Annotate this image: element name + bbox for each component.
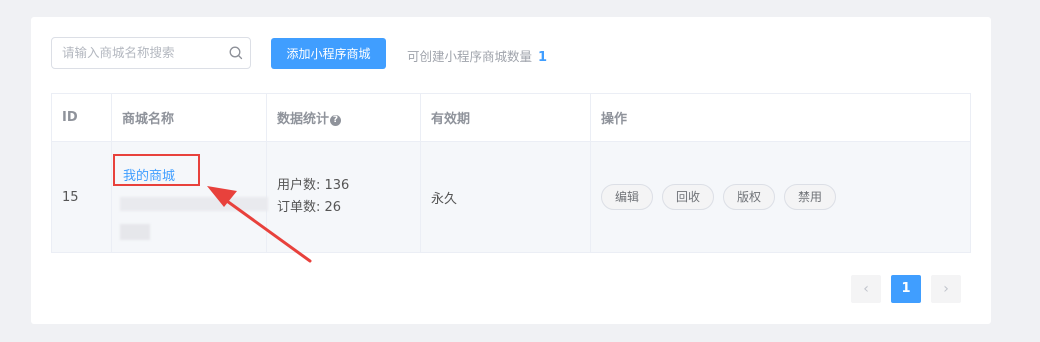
- search-input[interactable]: [62, 38, 222, 66]
- quota-info: 可创建小程序商城数量 1: [407, 46, 547, 65]
- cell-validity: 永久: [420, 141, 591, 253]
- col-header-validity: 有效期: [420, 93, 591, 142]
- col-header-stats: 数据统计?: [266, 93, 421, 142]
- redacted-info-2: [120, 224, 150, 240]
- col-header-id: ID: [51, 93, 112, 142]
- quota-value: 1: [538, 50, 548, 65]
- prev-page-button[interactable]: ‹: [851, 275, 881, 303]
- recycle-button[interactable]: 回收: [662, 184, 715, 210]
- annotation-highlight-box: [113, 154, 200, 186]
- col-header-actions: 操作: [590, 93, 971, 142]
- cell-stats: 用户数: 136 订单数: 26: [266, 141, 421, 253]
- cell-actions: 编辑 回收 版权 禁用: [590, 141, 971, 253]
- search-icon[interactable]: [228, 45, 244, 61]
- search-box[interactable]: [51, 37, 251, 69]
- next-page-button[interactable]: ›: [931, 275, 961, 303]
- help-icon[interactable]: ?: [330, 115, 342, 126]
- table-header-row: ID 商城名称 数据统计? 有效期 操作: [51, 93, 971, 142]
- page-1-button[interactable]: 1: [891, 275, 921, 303]
- disable-button[interactable]: 禁用: [784, 184, 837, 210]
- redacted-info: [120, 197, 268, 211]
- cell-id: 15: [51, 141, 112, 253]
- add-mall-button[interactable]: 添加小程序商城: [271, 38, 386, 69]
- user-count: 用户数: 136: [277, 178, 350, 193]
- quota-label: 可创建小程序商城数量: [407, 49, 533, 64]
- copyright-button[interactable]: 版权: [723, 184, 776, 210]
- edit-button[interactable]: 编辑: [601, 184, 654, 210]
- col-header-name: 商城名称: [111, 93, 267, 142]
- order-count: 订单数: 26: [277, 200, 342, 215]
- col-header-stats-label: 数据统计: [277, 112, 330, 127]
